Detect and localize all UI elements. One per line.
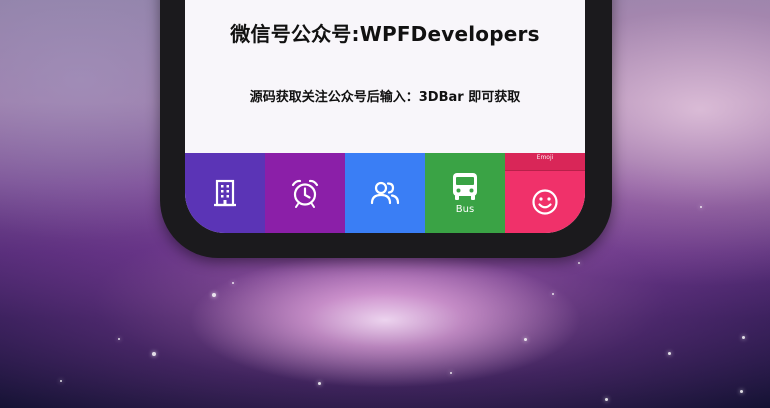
tab-emoji-top-face: Emoji [505, 153, 585, 171]
page-title: 微信号公众号:WPFDevelopers [230, 22, 540, 46]
tab-emoji[interactable]: Emoji [505, 153, 585, 233]
page-subtitle: 源码获取关注公众号后输入：3DBar 即可获取 [249, 90, 521, 105]
building-icon [210, 178, 240, 208]
bus-icon [451, 171, 479, 201]
alarm-clock-icon [289, 177, 321, 209]
tab-emoji-label: Emoji [536, 154, 554, 161]
phone-frame: 微信号公众号:WPFDevelopers 源码获取关注公众号后输入：3DBar … [160, 0, 612, 258]
tab-alarm[interactable] [265, 153, 345, 233]
smiley-icon [530, 187, 560, 217]
tab-bar: Bus Emoji [185, 153, 585, 233]
users-icon [369, 179, 401, 207]
phone-screen: 微信号公众号:WPFDevelopers 源码获取关注公众号后输入：3DBar … [185, 0, 585, 233]
tab-building[interactable] [185, 153, 265, 233]
tab-bus-label: Bus [455, 204, 475, 215]
tab-users[interactable] [345, 153, 425, 233]
tab-bus[interactable]: Bus [425, 153, 505, 233]
